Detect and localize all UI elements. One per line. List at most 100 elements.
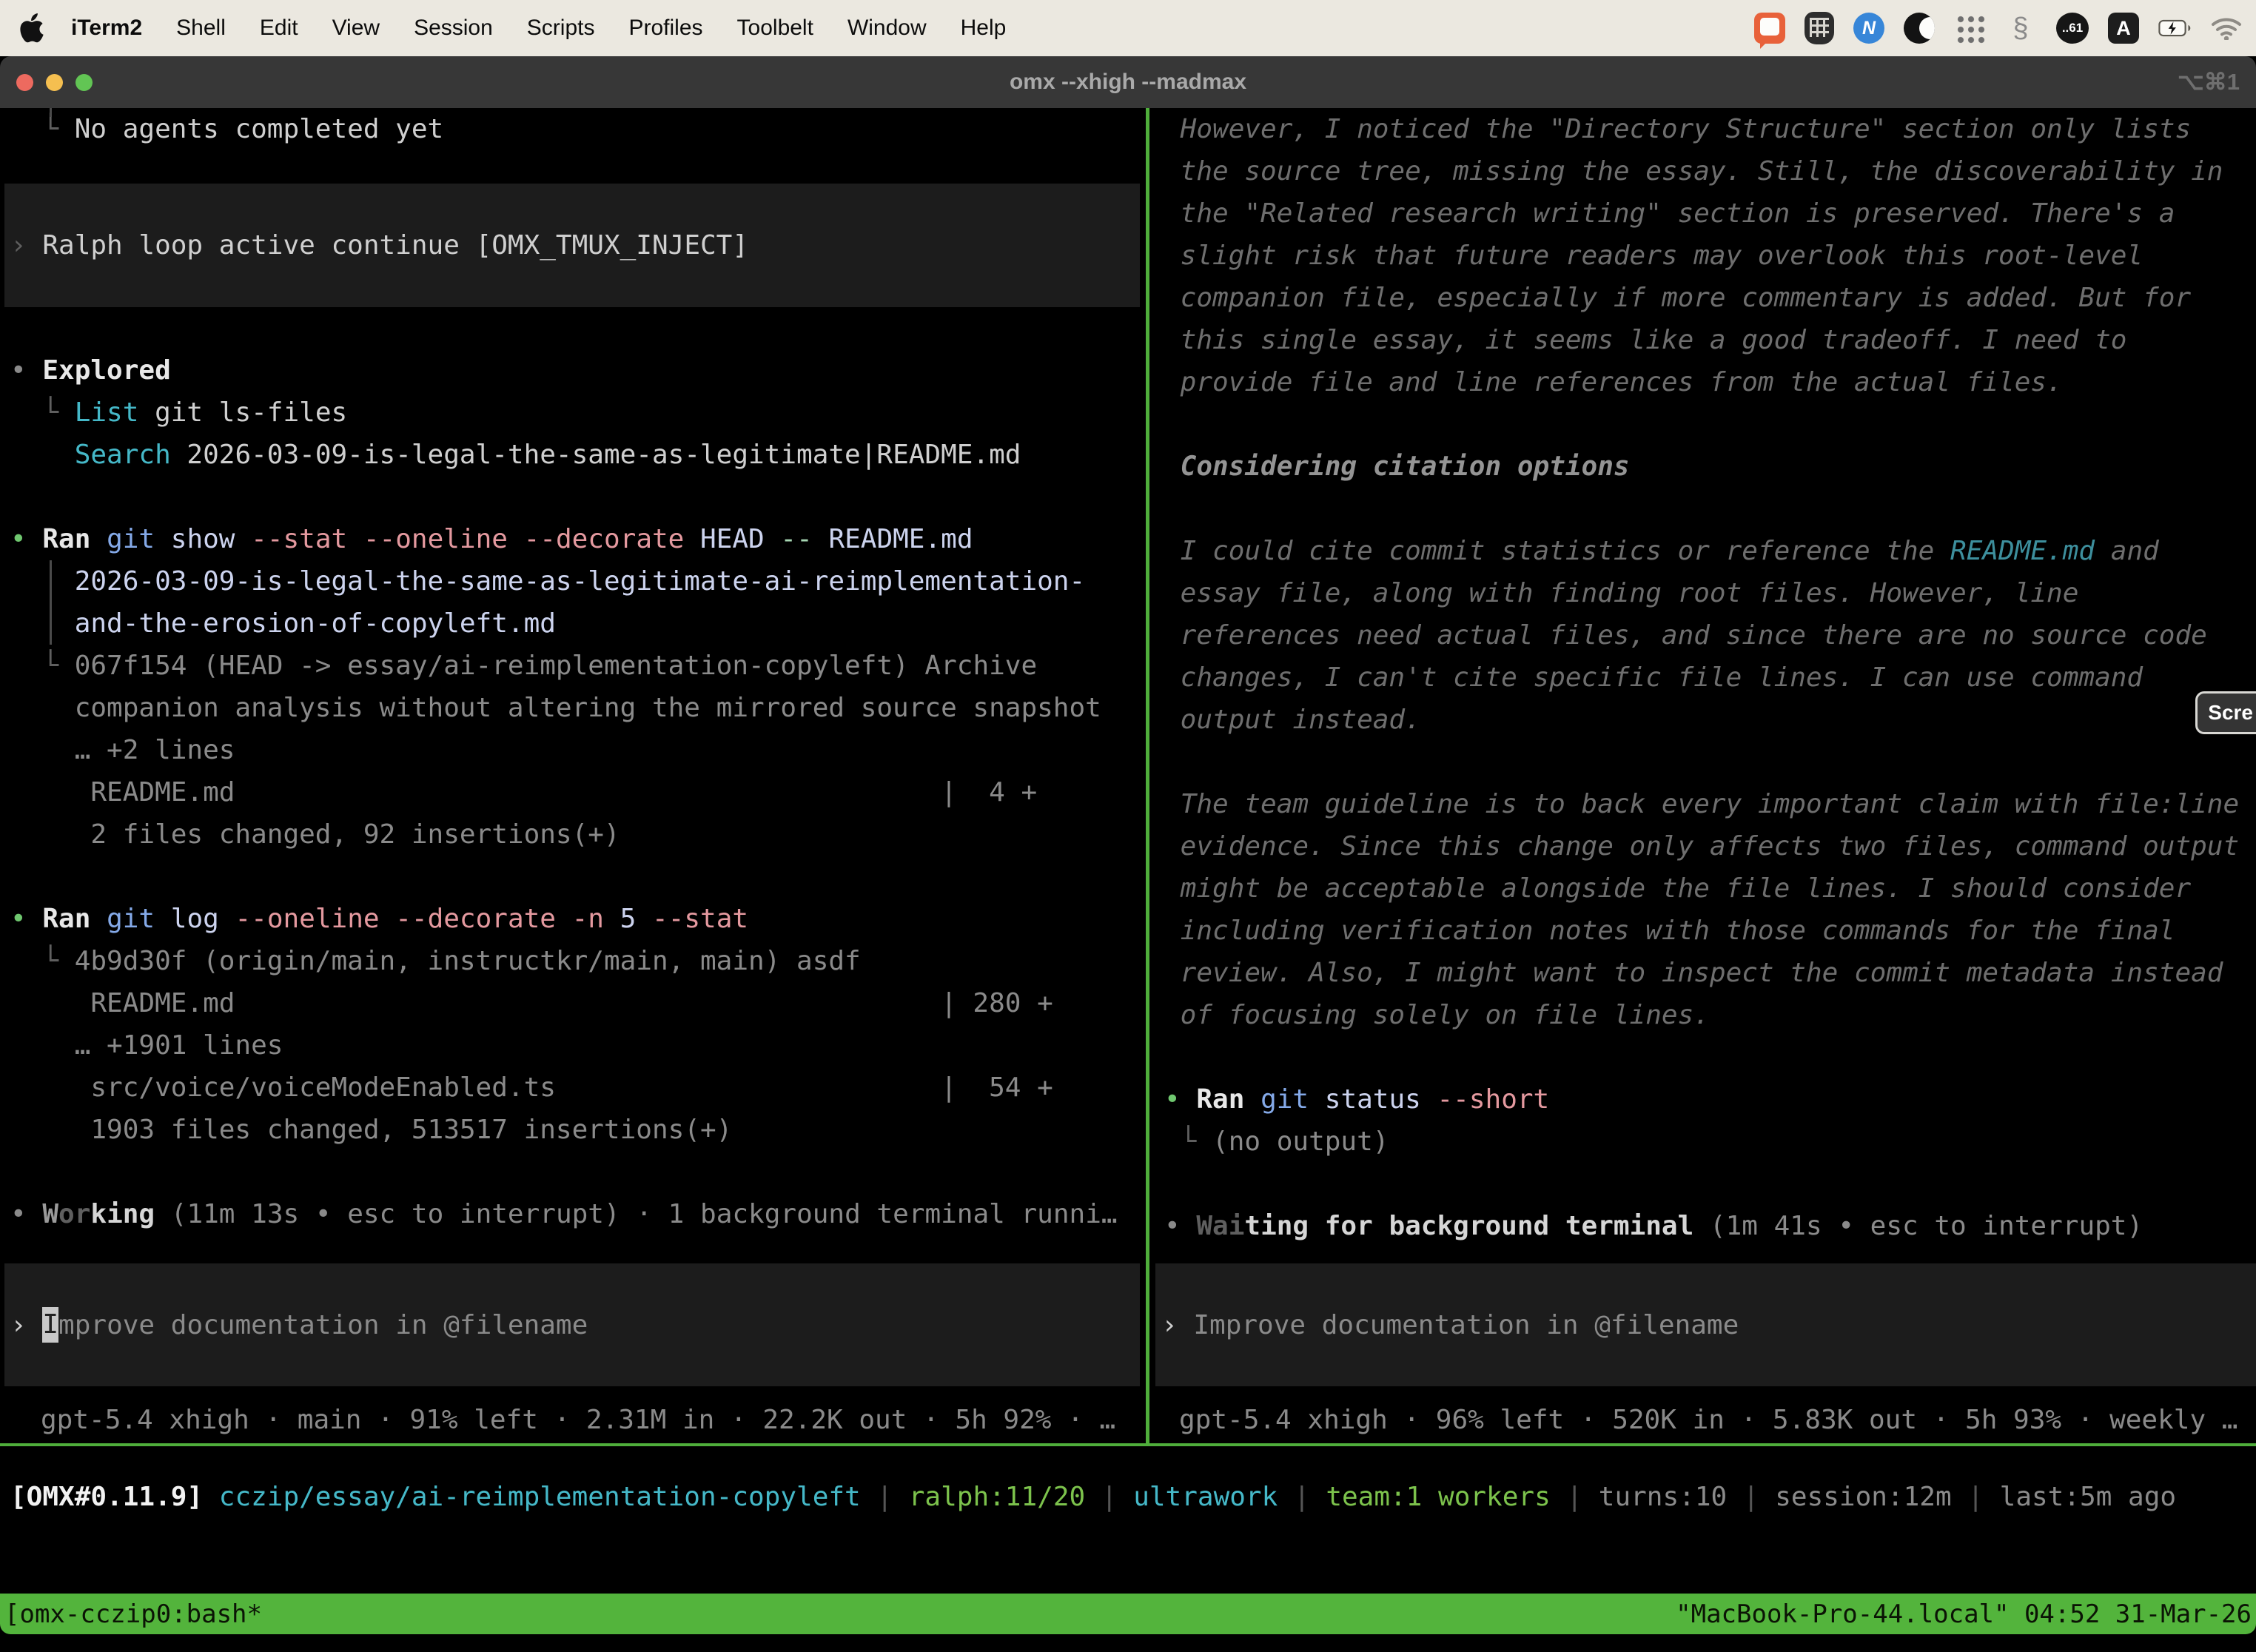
- menu-status-icons: N § ..61 A: [1754, 12, 2243, 44]
- close-button[interactable]: [16, 74, 33, 91]
- terminal-line: README.md | 4 +: [0, 771, 1146, 813]
- window-title: omx --xhigh --madmax: [1010, 70, 1246, 95]
- terminal-line: • Ran git status --short: [1149, 1078, 2256, 1121]
- terminal-line: slight risk that future readers may over…: [1149, 235, 2256, 277]
- menu-item-view[interactable]: View: [332, 16, 380, 41]
- wifi-icon[interactable]: [2210, 12, 2243, 44]
- terminal-line: └ List git ls-files: [0, 392, 1146, 434]
- tmux-session-label: [omx-cczip0:bash*: [4, 1599, 262, 1629]
- shield-icon[interactable]: [1805, 12, 1834, 44]
- screen-share-badge[interactable]: Scre: [2195, 691, 2256, 734]
- command-input-right[interactable]: › Improve documentation in @filename: [1155, 1263, 2256, 1386]
- input-placeholder: mprove documentation in @filename: [58, 1310, 588, 1340]
- terminal-line: Considering citation options: [1149, 446, 2256, 488]
- terminal-line: might be acceptable alongside the file l…: [1149, 867, 2256, 910]
- terminal-panes: └ No agents completed yet › Ralph loop a…: [0, 108, 2256, 1443]
- tmux-status-bar: [omx-cczip0:bash* "MacBook-Pro-44.local"…: [0, 1594, 2256, 1634]
- zoom-button[interactable]: [75, 74, 93, 91]
- terminal-line: [0, 476, 1146, 518]
- left-pane: └ No agents completed yet › Ralph loop a…: [0, 108, 1146, 1443]
- menu-item-shell[interactable]: Shell: [176, 16, 226, 41]
- bolt-hex-icon[interactable]: N: [1853, 13, 1884, 44]
- terminal-line: [1149, 741, 2256, 783]
- command-input-left[interactable]: › Improve documentation in @filename: [4, 1263, 1140, 1386]
- terminal-line: 2 files changed, 92 insertions(+): [0, 813, 1146, 856]
- terminal-line: provide file and line references from th…: [1149, 361, 2256, 403]
- terminal-line: However, I noticed the "Directory Struct…: [1149, 108, 2256, 150]
- terminal-line: the source tree, missing the essay. Stil…: [1149, 150, 2256, 192]
- minimize-button[interactable]: [46, 74, 63, 91]
- menu-item-iterm2[interactable]: iTerm2: [71, 16, 142, 41]
- terminal-line: [0, 307, 1146, 349]
- terminal-line: └ No agents completed yet: [0, 108, 1146, 150]
- menu-item-session[interactable]: Session: [414, 16, 493, 41]
- apple-icon[interactable]: [13, 13, 49, 43]
- session-status-right: gpt-5.4 xhigh · 96% left · 520K in · 5.8…: [1149, 1399, 2256, 1441]
- terminal-line: • Waiting for background terminal (1m 41…: [1149, 1205, 2256, 1247]
- terminal-line: • Ran git log --oneline --decorate -n 5 …: [0, 898, 1146, 940]
- dots-grid-icon[interactable]: [1954, 13, 1985, 44]
- crescent-icon[interactable]: [1904, 13, 1935, 44]
- terminal-line: 2026-03-09-is-legal-the-same-as-legitima…: [0, 560, 1146, 602]
- menu-bar: iTerm2 Shell Edit View Session Scripts Profile…: [0, 0, 2256, 56]
- menu-item-toolbelt[interactable]: Toolbelt: [737, 16, 813, 41]
- terminal-line: this single essay, it seems like a good …: [1149, 319, 2256, 361]
- terminal-line: • Ran git show --stat --oneline --decora…: [0, 518, 1146, 560]
- badge-61-icon[interactable]: ..61: [2056, 13, 2089, 44]
- terminal-line: • Working (11m 13s • esc to interrupt) ·…: [0, 1193, 1146, 1235]
- left-pane-log: • Explored └ List git ls-files Search 20…: [0, 307, 1146, 1235]
- terminal-line: The team guideline is to back every impo…: [1149, 783, 2256, 825]
- terminal-line: 1903 files changed, 513517 insertions(+): [0, 1109, 1146, 1151]
- left-pane-scrollback: └ No agents completed yet: [0, 108, 1146, 150]
- chat-icon[interactable]: [1754, 13, 1785, 44]
- terminal-line: … +1901 lines: [0, 1024, 1146, 1067]
- terminal-line: references need actual files, and since …: [1149, 614, 2256, 657]
- terminal-line: Search 2026-03-09-is-legal-the-same-as-l…: [0, 434, 1146, 476]
- session-status-left: gpt-5.4 xhigh · main · 91% left · 2.31M …: [0, 1399, 1146, 1441]
- omx-status-zone: [OMX#0.11.9] cczip/essay/ai-reimplementa…: [0, 1446, 2256, 1594]
- terminal-line: [1149, 403, 2256, 446]
- battery-icon[interactable]: [2158, 12, 2191, 44]
- terminal-line: essay file, along with finding root file…: [1149, 572, 2256, 614]
- menu-item-profiles[interactable]: Profiles: [628, 16, 702, 41]
- title-bar: omx --xhigh --madmax ⌥⌘1: [0, 56, 2256, 108]
- terminal-line: src/voice/voiceModeEnabled.ts | 54 +: [0, 1067, 1146, 1109]
- terminal-line: … +2 lines: [0, 729, 1146, 771]
- terminal-line: [0, 856, 1146, 898]
- ralph-loop-box: › Ralph loop active continue [OMX_TMUX_I…: [4, 184, 1140, 307]
- prompt-chevron-icon: ›: [10, 1310, 42, 1340]
- prompt-chevron-icon: ›: [10, 230, 42, 261]
- terminal-line: └ 067f154 (HEAD -> essay/ai-reimplementa…: [0, 645, 1146, 687]
- menu-item-help[interactable]: Help: [961, 16, 1007, 41]
- terminal-line: changes, I can't cite specific file line…: [1149, 657, 2256, 699]
- menu-items: iTerm2 Shell Edit View Session Scripts Profile…: [71, 16, 1006, 41]
- terminal-line: review. Also, I might want to inspect th…: [1149, 952, 2256, 994]
- text-cursor: I: [42, 1307, 58, 1343]
- input-source-icon[interactable]: A: [2108, 13, 2139, 44]
- menu-item-scripts[interactable]: Scripts: [527, 16, 595, 41]
- squiggle-icon[interactable]: §: [2004, 12, 2037, 44]
- terminal-line: including verification notes with those …: [1149, 910, 2256, 952]
- terminal-line: [0, 1151, 1146, 1193]
- terminal-line: [1149, 488, 2256, 530]
- terminal-line: └ (no output): [1149, 1121, 2256, 1163]
- prompt-chevron-icon: ›: [1161, 1310, 1193, 1340]
- window-shortcut: ⌥⌘1: [2178, 69, 2240, 95]
- terminal-line: companion analysis without altering the …: [0, 687, 1146, 729]
- terminal-line: of focusing solely on file lines.: [1149, 994, 2256, 1036]
- menu-item-edit[interactable]: Edit: [260, 16, 298, 41]
- terminal-line: [1149, 1163, 2256, 1205]
- terminal-line: └ 4b9d30f (origin/main, instructkr/main,…: [0, 940, 1146, 982]
- input-placeholder: Improve documentation in @filename: [1193, 1310, 1739, 1340]
- menu-item-window[interactable]: Window: [847, 16, 927, 41]
- omx-status-line: [OMX#0.11.9] cczip/essay/ai-reimplementa…: [0, 1476, 2256, 1518]
- terminal-line: README.md | 280 +: [0, 982, 1146, 1024]
- terminal-line: [1149, 1036, 2256, 1078]
- tree-connector: [50, 560, 52, 645]
- terminal-line: output instead.: [1149, 699, 2256, 741]
- terminal-line: the "Related research writing" section i…: [1149, 192, 2256, 235]
- right-pane: However, I noticed the "Directory Struct…: [1149, 108, 2256, 1443]
- ralph-loop-text: Ralph loop active continue [OMX_TMUX_INJ…: [42, 230, 748, 261]
- terminal-line: evidence. Since this change only affects…: [1149, 825, 2256, 867]
- right-pane-log: However, I noticed the "Directory Struct…: [1149, 108, 2256, 1247]
